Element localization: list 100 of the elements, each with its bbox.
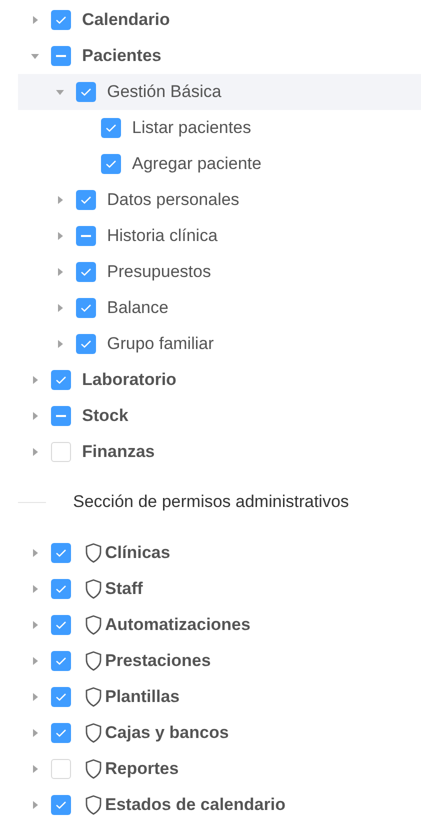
shield-icon [85,579,102,599]
check-icon [80,87,92,97]
checkbox[interactable] [76,262,96,282]
shield-icon [85,615,102,635]
caret-right-icon[interactable] [30,764,40,774]
tree-label: Cajas y bancos [105,722,229,744]
check-icon [105,123,117,133]
checkbox[interactable] [51,10,71,30]
checkbox[interactable] [76,298,96,318]
tree-label: Calendario [82,9,170,32]
caret-right-icon[interactable] [30,411,40,421]
caret-right-icon[interactable] [55,195,65,205]
tree-label: Historia clínica [107,225,218,248]
tree-row[interactable]: Historia clínica [18,218,421,254]
check-icon [55,15,67,25]
caret-right-icon[interactable] [30,728,40,738]
tree-label: Reportes [105,758,179,780]
tree-row[interactable]: Gestión Básica [18,74,421,110]
check-icon [80,303,92,313]
checkbox[interactable] [51,579,71,599]
tree-row[interactable]: Balance [18,290,421,326]
caret-right-icon[interactable] [55,267,65,277]
check-icon [55,800,67,810]
section-title: Sección de permisos administrativos [73,491,349,514]
caret-down-icon[interactable] [30,51,40,61]
caret-right-icon[interactable] [30,800,40,810]
tree-label: Finanzas [82,441,155,464]
tree-label: Stock [82,405,128,428]
minus-icon [56,55,66,57]
tree-label: Automatizaciones [105,614,250,636]
caret-right-icon[interactable] [30,656,40,666]
tree-label: Pacientes [82,45,162,68]
check-icon [80,267,92,277]
checkbox[interactable] [51,795,71,815]
caret-right-icon[interactable] [30,15,40,25]
caret-right-icon[interactable] [30,584,40,594]
tree-row[interactable]: Datos personales [18,182,421,218]
tree-row[interactable]: Listar pacientes [18,110,421,146]
tree-row[interactable]: Stock [18,398,421,434]
caret-right-icon[interactable] [30,447,40,457]
checkbox[interactable] [51,687,71,707]
caret-down-icon[interactable] [55,87,65,97]
tree-label: Listar pacientes [132,117,252,140]
caret-right-icon[interactable] [30,548,40,558]
checkbox[interactable] [51,651,71,671]
tree-label: Balance [107,297,168,320]
shield-icon [85,759,102,779]
caret-right-icon[interactable] [55,231,65,241]
check-icon [55,620,67,630]
checkbox[interactable] [51,543,71,563]
tree-row[interactable]: Grupo familiar [18,326,421,362]
shield-icon [85,651,102,671]
checkbox[interactable] [51,46,71,66]
tree-label: Estados de calendario [105,794,286,816]
tree-label: Presupuestos [107,261,211,284]
tree-label: Staff [105,578,143,600]
check-icon [55,375,67,385]
check-icon [80,339,92,349]
shield-icon [85,795,102,815]
check-icon [55,692,67,702]
checkbox[interactable] [51,723,71,743]
checkbox[interactable] [51,406,71,426]
tree-label: Plantillas [105,686,180,708]
checkbox[interactable] [101,118,121,138]
tree-label: Grupo familiar [107,333,214,356]
check-icon [80,195,92,205]
check-icon [55,728,67,738]
tree-row[interactable]: Pacientes [18,38,421,74]
checkbox[interactable] [51,615,71,635]
caret-right-icon[interactable] [30,620,40,630]
tree-row[interactable]: Finanzas [18,434,421,470]
checkbox[interactable] [51,442,71,462]
tree-label: Laboratorio [82,369,176,392]
caret-right-icon[interactable] [55,339,65,349]
tree-row[interactable]: Calendario [18,2,421,38]
tree-label: Prestaciones [105,650,211,672]
check-icon [55,656,67,666]
caret-right-icon[interactable] [30,375,40,385]
tree-row[interactable]: Presupuestos [18,254,421,290]
tree-label: Agregar paciente [132,153,262,176]
shield-icon [85,723,102,743]
checkbox[interactable] [76,334,96,354]
tree-label: Datos personales [107,189,240,212]
tree-label: Gestión Básica [107,81,222,104]
tree-row[interactable]: Agregar paciente [18,146,421,182]
caret-right-icon[interactable] [55,303,65,313]
checkbox[interactable] [76,82,96,102]
checkbox[interactable] [101,154,121,174]
minus-icon [81,235,91,237]
shield-icon [85,543,102,563]
check-icon [55,548,67,558]
minus-icon [56,415,66,417]
caret-right-icon[interactable] [30,692,40,702]
checkbox[interactable] [51,759,71,779]
tree-label: Clínicas [105,542,170,564]
checkbox[interactable] [76,226,96,246]
check-icon [55,584,67,594]
checkbox[interactable] [51,370,71,390]
checkbox[interactable] [76,190,96,210]
tree-row[interactable]: Laboratorio [18,362,421,398]
